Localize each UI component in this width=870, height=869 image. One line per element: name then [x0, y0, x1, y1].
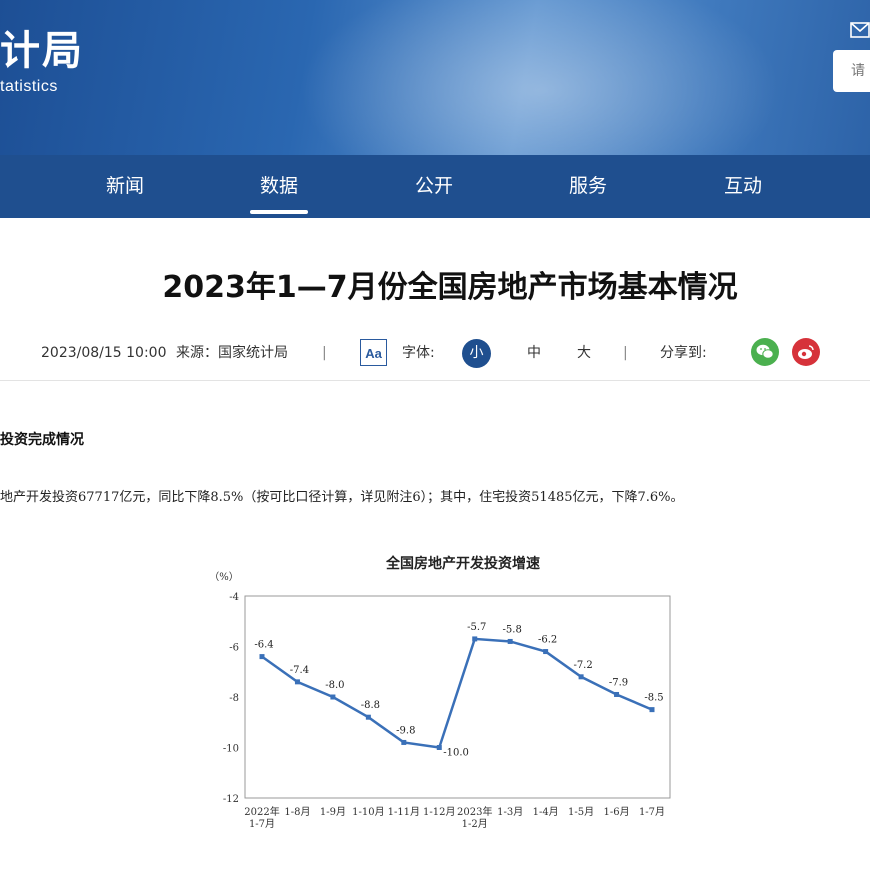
- x-tick-label: 1-3月: [497, 806, 523, 818]
- site-logo-text[interactable]: 计局: [0, 18, 84, 76]
- weibo-share-icon[interactable]: [792, 338, 820, 366]
- font-size-large-button[interactable]: 大: [577, 340, 591, 366]
- font-size-icon: Aa: [360, 339, 387, 366]
- data-point: [436, 745, 442, 750]
- data-point: [543, 649, 549, 655]
- nav-item-data[interactable]: 数据: [229, 155, 329, 218]
- x-tick-label: 1-8月: [284, 806, 310, 818]
- data-point: [472, 636, 478, 642]
- data-point: [259, 654, 265, 660]
- wechat-share-icon[interactable]: [751, 338, 779, 366]
- font-size-medium-button[interactable]: 中: [527, 340, 541, 366]
- meta-divider: |: [322, 345, 327, 361]
- data-label: -8.8: [361, 700, 380, 711]
- article-source: 来源：国家统计局: [176, 345, 288, 361]
- x-tick-label: 1-10月: [352, 806, 384, 818]
- x-tick-label: 1-11月: [388, 806, 420, 818]
- search-box: [833, 50, 870, 92]
- data-label: -5.8: [503, 624, 522, 635]
- mail-icon[interactable]: [850, 22, 870, 38]
- data-point: [507, 638, 513, 644]
- y-tick-label: -10: [223, 744, 239, 755]
- data-label: -9.8: [396, 725, 415, 736]
- font-size-label: 字体:: [402, 345, 435, 361]
- main-nav: 新闻 数据 公开 服务 互动: [0, 155, 870, 218]
- y-tick-label: -4: [229, 592, 239, 603]
- y-tick-label: -8: [229, 693, 239, 704]
- x-tick-label: 1-9月: [320, 806, 346, 818]
- nav-item-open[interactable]: 公开: [384, 155, 484, 218]
- share-label: 分享到:: [660, 345, 707, 361]
- data-label: -6.2: [538, 635, 557, 646]
- x-tick-label: 2023年 1-2月: [457, 805, 492, 830]
- nav-item-news[interactable]: 新闻: [75, 155, 175, 218]
- chart-title: 全国房地产开发投资增速: [385, 555, 540, 572]
- data-point: [578, 674, 584, 680]
- section-heading: 投资完成情况: [0, 432, 84, 448]
- search-input[interactable]: [833, 50, 870, 92]
- meta-divider: |: [623, 345, 628, 361]
- data-point: [294, 679, 300, 685]
- data-label: -7.9: [609, 677, 628, 688]
- data-label: -10.0: [443, 748, 469, 759]
- data-label: -7.2: [573, 660, 592, 671]
- x-tick-label: 1-6月: [603, 806, 629, 818]
- data-label: -8.0: [325, 680, 344, 691]
- x-tick-label: 1-7月: [639, 806, 665, 818]
- site-logo-subtitle: tatistics: [0, 78, 58, 95]
- data-label: -8.5: [644, 693, 663, 704]
- article-paragraph: 地产开发投资67717亿元，同比下降8.5%（按可比口径计算，详见附注6）；其中…: [0, 490, 684, 505]
- data-label: -6.4: [254, 640, 273, 651]
- data-point: [365, 714, 371, 720]
- data-point: [401, 739, 407, 745]
- x-tick-label: 1-5月: [568, 806, 594, 818]
- data-label: -7.4: [290, 665, 309, 676]
- y-axis-unit: （%）: [209, 571, 239, 583]
- y-tick-label: -6: [229, 643, 239, 654]
- x-tick-label: 1-4月: [533, 806, 559, 818]
- data-point: [649, 707, 655, 713]
- series-line: [261, 637, 653, 749]
- data-point: [330, 694, 336, 700]
- nav-item-service[interactable]: 服务: [538, 155, 638, 218]
- publish-date: 2023/08/15 10:00: [41, 345, 167, 361]
- x-tick-label: 1-12月: [423, 806, 455, 818]
- plot-area: [244, 595, 671, 799]
- page-title: 2023年1—7月份全国房地产市场基本情况: [162, 270, 738, 305]
- y-tick-label: -12: [223, 794, 239, 805]
- data-point: [614, 691, 620, 697]
- investment-growth-chart: 全国房地产开发投资增速 （%） -4 -6 -8 -10 -12 2022年 1-7月 1-…: [209, 555, 671, 830]
- x-tick-label: 2022年 1-7月: [244, 805, 279, 830]
- header-banner: 计局 tatistics: [0, 0, 870, 155]
- nav-item-interact[interactable]: 互动: [693, 155, 793, 218]
- font-size-small-button[interactable]: 小: [462, 339, 491, 368]
- meta-divider-line: [0, 380, 870, 381]
- data-label: -5.7: [467, 622, 486, 633]
